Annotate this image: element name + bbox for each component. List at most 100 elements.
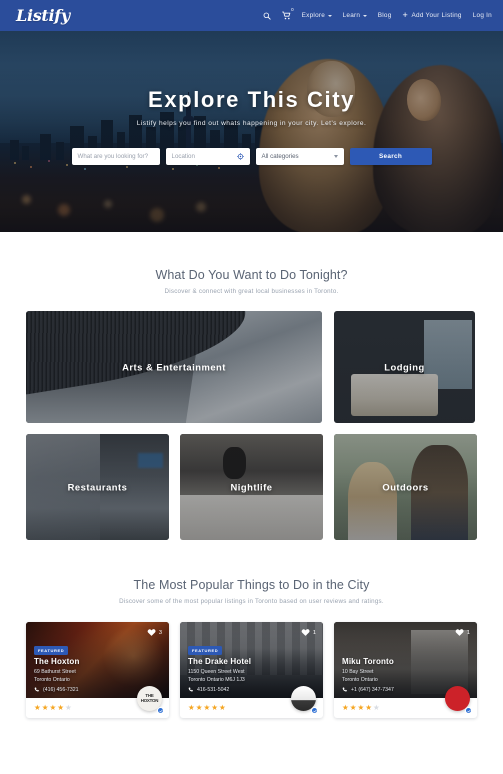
category-tile-label: Lodging: [384, 361, 425, 373]
listing-title: The Drake Hotel: [188, 657, 252, 667]
nav-item-blog-label: Blog: [377, 12, 392, 19]
search-location-placeholder: Location: [171, 152, 195, 160]
listing-card[interactable]: 1 Miku Toronto 10 Bay Street Toronto Ont…: [334, 622, 477, 718]
category-tile-label: Restaurants: [67, 481, 128, 493]
plus-icon: +: [402, 9, 409, 20]
category-grid-row-1: Arts & Entertainment Lodging: [26, 311, 477, 423]
favorite-button[interactable]: 3: [147, 628, 162, 637]
favorite-count: 1: [466, 629, 470, 636]
listing-cards-row: 3 FEATURED The Hoxton 69 Bathurst Street…: [26, 622, 477, 718]
star-icon: ★: [211, 703, 218, 713]
top-navigation-bar: Listify 0 Explore Learn Blog + Add Your …: [0, 0, 503, 31]
listing-card-footer: ★ ★ ★ ★ ★: [180, 686, 323, 718]
category-tile-label: Arts & Entertainment: [122, 361, 226, 373]
popular-heading-block: The Most Popular Things to Do in the Cit…: [26, 578, 477, 605]
nav-links-group: 0 Explore Learn Blog + Add Your Listing …: [263, 7, 492, 20]
cart-count-badge: 0: [291, 7, 294, 12]
category-tile-label: Nightlife: [230, 481, 273, 493]
star-icon: ★: [203, 703, 211, 713]
star-icon: ★: [218, 703, 226, 713]
categories-title: What Do You Want to Do Tonight?: [155, 268, 348, 282]
listing-title: Miku Toronto: [342, 657, 394, 667]
rating-stars: ★ ★ ★ ★ ★: [34, 704, 72, 712]
listing-card-footer: ★ ★ ★ ★ ★: [334, 686, 477, 718]
search-submit-button[interactable]: Search: [349, 147, 432, 165]
phone-icon: [34, 687, 39, 692]
listing-address-line2: Toronto Ontario: [34, 677, 70, 684]
hero-content: Explore This City Listify helps you find…: [0, 31, 503, 232]
hero-search-form: What are you looking for? Location All c…: [71, 147, 432, 165]
nav-item-learn-label: Learn: [342, 12, 361, 19]
category-tile-outdoors[interactable]: Outdoors: [334, 434, 477, 540]
rating-stars: ★ ★ ★ ★ ★: [188, 704, 226, 712]
search-location-input[interactable]: Location: [165, 147, 250, 165]
search-icon[interactable]: [263, 12, 271, 20]
nav-item-learn[interactable]: Learn: [343, 12, 367, 19]
favorite-count: 3: [158, 629, 162, 636]
chevron-down-icon: [362, 15, 367, 17]
featured-badge: FEATURED: [188, 646, 223, 655]
nav-item-login[interactable]: Log In: [473, 12, 492, 19]
listing-phone-text: (416) 456-7321: [43, 687, 79, 693]
chevron-down-icon: [327, 15, 332, 17]
heart-icon: [148, 629, 156, 636]
featured-badge: FEATURED: [34, 646, 69, 655]
verified-check-icon: [157, 707, 164, 714]
category-tile-arts-entertainment[interactable]: Arts & Entertainment: [26, 311, 322, 423]
phone-icon: [342, 687, 347, 692]
rating-stars: ★ ★ ★ ★ ★: [342, 704, 380, 712]
search-keyword-input[interactable]: What are you looking for?: [71, 147, 160, 165]
listing-phone-text: 416-531-5042: [197, 687, 230, 693]
heart-icon: [302, 629, 310, 636]
verified-check-icon: [311, 707, 318, 714]
hero-title: Explore This City: [148, 86, 355, 112]
search-category-select[interactable]: All categories: [255, 147, 344, 165]
hero-banner: Explore This City Listify helps you find…: [0, 31, 503, 232]
favorite-button[interactable]: 1: [455, 628, 470, 637]
popular-subtitle: Discover some of the most popular listin…: [119, 598, 384, 605]
star-icon: ★: [195, 703, 203, 713]
chevron-down-icon: [333, 154, 338, 158]
business-logo-text: THE HOXTON: [140, 692, 159, 703]
favorite-count: 1: [312, 629, 316, 636]
popular-title: The Most Popular Things to Do in the Cit…: [133, 578, 370, 592]
listing-card-footer: ★ ★ ★ ★ ★ THE HOXTON: [26, 686, 169, 718]
nav-item-login-label: Log In: [472, 12, 492, 19]
nav-item-add-listing[interactable]: + Add Your Listing: [402, 9, 462, 20]
site-logo[interactable]: Listify: [16, 6, 70, 25]
cart-icon[interactable]: 0: [281, 7, 294, 20]
nav-item-explore[interactable]: Explore: [302, 12, 332, 19]
listing-address-line2: Toronto Ontario: [342, 677, 378, 684]
popular-listings-section: The Most Popular Things to Do in the Cit…: [0, 540, 503, 718]
star-icon: ★: [64, 703, 72, 713]
category-tile-restaurants[interactable]: Restaurants: [26, 434, 169, 540]
listing-card[interactable]: 3 FEATURED The Hoxton 69 Bathurst Street…: [26, 622, 169, 718]
star-icon: ★: [349, 703, 357, 713]
favorite-button[interactable]: 1: [301, 628, 316, 637]
search-category-value: All categories: [261, 152, 299, 160]
verified-check-icon: [465, 707, 472, 714]
categories-section: What Do You Want to Do Tonight? Discover…: [0, 232, 503, 540]
star-icon: ★: [41, 703, 49, 713]
nav-item-blog[interactable]: Blog: [378, 12, 392, 19]
category-tile-nightlife[interactable]: Nightlife: [180, 434, 323, 540]
star-icon: ★: [342, 703, 349, 713]
crosshair-icon[interactable]: [236, 152, 244, 160]
search-keyword-placeholder: What are you looking for?: [77, 152, 149, 160]
category-tile-lodging[interactable]: Lodging: [334, 311, 475, 423]
listing-title: The Hoxton: [34, 657, 80, 667]
star-icon: ★: [372, 703, 380, 713]
star-icon: ★: [357, 703, 365, 713]
star-icon: ★: [34, 703, 41, 713]
heart-icon: [456, 629, 464, 636]
categories-subtitle: Discover & connect with great local busi…: [164, 288, 339, 295]
nav-item-add-listing-label: Add Your Listing: [411, 12, 462, 19]
hero-subtitle: Listify helps you find out whats happeni…: [136, 119, 367, 127]
category-tile-label: Outdoors: [382, 481, 429, 493]
listing-phone-text: +1 (647) 347-7347: [351, 687, 394, 693]
listing-address-line2: Toronto Ontario M6J 1J3: [188, 677, 245, 684]
listing-card[interactable]: 1 FEATURED The Drake Hotel 1150 Queen St…: [180, 622, 323, 718]
nav-item-explore-label: Explore: [301, 12, 326, 19]
category-grid-row-2: Restaurants Nightlife Outdoors: [26, 434, 477, 540]
star-icon: ★: [57, 703, 64, 713]
